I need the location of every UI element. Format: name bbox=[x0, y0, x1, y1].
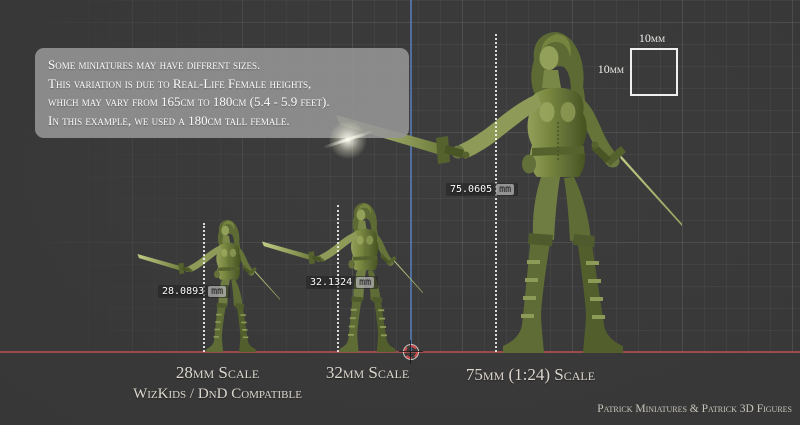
measure-value: 28.0893 bbox=[162, 286, 204, 297]
scale-label-32mm: 32mm Scale bbox=[295, 363, 440, 383]
3d-viewport[interactable]: 28.0893 mm 32.1324 mm 75.0605 mm Some mi… bbox=[0, 0, 800, 425]
measure-unit: mm bbox=[356, 277, 374, 288]
info-box-line: which may vary from 165cm to 180cm (5.4 … bbox=[48, 93, 396, 112]
measure-label-75mm[interactable]: 75.0605 mm bbox=[446, 183, 518, 196]
measure-unit: mm bbox=[496, 184, 514, 195]
scale-label-28mm: 28mm Scale bbox=[130, 363, 305, 383]
info-box-line: Some miniatures may have diffrent sizes. bbox=[48, 56, 396, 75]
measure-unit: mm bbox=[208, 286, 226, 297]
scale-label-75mm: 75mm (1:24) Scale bbox=[448, 365, 613, 385]
measure-value: 32.1324 bbox=[310, 277, 352, 288]
info-box-line: In this example, we used a 180cm tall fe… bbox=[48, 112, 396, 131]
credit-text: Patrick Miniatures & Patrick 3D Figures bbox=[597, 403, 792, 415]
measure-value: 75.0605 bbox=[450, 184, 492, 195]
scale-sublabel-28mm: WizKids / DnD Compatible bbox=[100, 386, 335, 403]
info-box: Some miniatures may have diffrent sizes.… bbox=[35, 48, 409, 138]
measure-label-32mm[interactable]: 32.1324 mm bbox=[306, 276, 378, 289]
info-box-line: This variation is due to Real-Life Femal… bbox=[48, 75, 396, 94]
measure-label-28mm[interactable]: 28.0893 mm bbox=[158, 285, 230, 298]
